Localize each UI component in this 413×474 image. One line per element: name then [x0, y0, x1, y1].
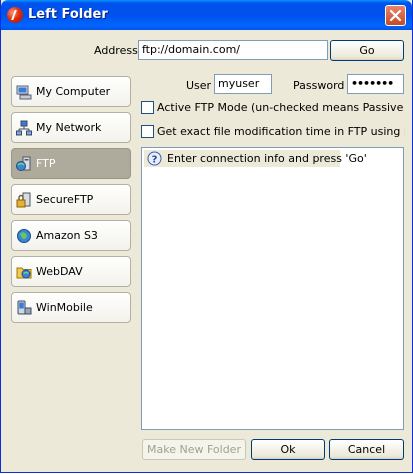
network-icon — [16, 120, 32, 136]
active-ftp-mode-checkbox[interactable] — [141, 101, 154, 114]
webdav-icon — [16, 267, 32, 279]
sidebar-item-label: WinMobile — [36, 301, 93, 314]
address-input[interactable]: ftp://domain.com/ — [138, 40, 328, 60]
secureftp-icon — [16, 192, 31, 208]
mdtm-label: Get exact file modification time in FTP … — [157, 125, 405, 138]
amazon-s3-icon — [17, 229, 31, 243]
user-input[interactable]: myuser — [214, 74, 272, 94]
list-item-label: Enter connection info and press 'Go' — [167, 152, 367, 165]
question-icon: ? — [147, 151, 162, 166]
title-bar[interactable]: Left Folder — [1, 0, 412, 30]
sidebar-item-my-network[interactable]: My Network — [11, 112, 131, 143]
sidebar-item-secureftp[interactable]: SecureFTP — [11, 184, 131, 215]
close-icon — [389, 9, 402, 22]
sidebar-item-label: My Computer — [36, 85, 111, 98]
sidebar-item-label: Amazon S3 — [36, 229, 98, 242]
svg-text:?: ? — [152, 155, 158, 166]
user-label: User — [186, 79, 212, 92]
go-button[interactable]: Go — [330, 40, 404, 61]
sidebar-item-my-computer[interactable]: My Computer — [11, 76, 131, 107]
sidebar-item-webdav[interactable]: WebDAV — [11, 256, 131, 287]
app-logo-icon — [7, 7, 23, 23]
winmobile-icon — [17, 300, 32, 315]
sidebar-item-winmobile[interactable]: WinMobile — [11, 292, 131, 323]
list-item[interactable]: ? Enter connection info and press 'Go' — [144, 150, 367, 167]
ftp-icon — [16, 156, 31, 171]
left-folder-dialog: Left Folder Address ftp://domain.com/ Go… — [0, 0, 413, 473]
close-button[interactable] — [385, 5, 406, 26]
make-new-folder-button[interactable]: Make New Folder — [142, 439, 246, 460]
sidebar-item-ftp[interactable]: FTP — [11, 148, 131, 179]
address-label: Address — [94, 44, 138, 57]
ok-button[interactable]: Ok — [251, 439, 325, 460]
address-value: ftp://domain.com/ — [142, 43, 240, 56]
password-label: Password — [293, 79, 345, 92]
sidebar-item-label: My Network — [36, 121, 102, 134]
cancel-button[interactable]: Cancel — [329, 439, 404, 460]
sidebar-item-label: WebDAV — [36, 265, 83, 278]
window-title: Left Folder — [28, 7, 108, 22]
mdtm-checkbox[interactable] — [141, 125, 154, 138]
password-input[interactable]: ••••••• — [347, 74, 404, 94]
computer-icon — [16, 85, 32, 100]
sidebar-item-label: FTP — [36, 157, 56, 170]
file-list[interactable]: ? Enter connection info and press 'Go' — [141, 147, 404, 430]
sidebar-item-label: SecureFTP — [36, 193, 94, 206]
active-ftp-mode-label: Active FTP Mode (un-checked means Passiv… — [157, 101, 405, 114]
user-value: myuser — [218, 77, 260, 90]
password-value: ••••••• — [351, 77, 394, 90]
dialog-body: Address ftp://domain.com/ Go My Computer… — [4, 30, 409, 469]
sidebar-item-amazon-s3[interactable]: Amazon S3 — [11, 220, 131, 251]
